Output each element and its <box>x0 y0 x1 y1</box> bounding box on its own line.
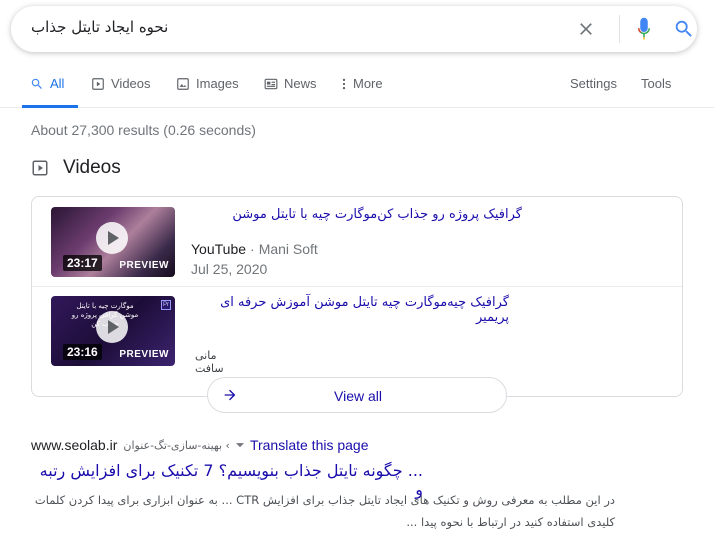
microphone-icon[interactable] <box>635 17 653 41</box>
video-platform: YouTube <box>191 241 247 257</box>
play-icon <box>96 222 128 254</box>
video-date: Jul 25, 2020 <box>191 261 268 277</box>
result-domain[interactable]: www.seolab.ir <box>31 437 117 453</box>
tab-more[interactable]: More <box>341 76 383 108</box>
result-stats: About 27,300 results (0.26 seconds) <box>31 122 256 138</box>
caret-down-icon[interactable] <box>235 442 244 448</box>
result-snippet: در این مطلب به معرفی روش و تکنیک های ایج… <box>31 489 615 533</box>
tools-link[interactable]: Tools <box>641 76 671 108</box>
settings-link[interactable]: Settings <box>570 76 617 108</box>
video-source: YouTube · Mani Soft <box>191 241 318 257</box>
translate-link[interactable]: Translate this page <box>250 437 369 453</box>
dot-separator: · <box>250 241 255 257</box>
search-divider <box>619 15 620 43</box>
result-url: www.seolab.ir › بهینه-سازی-تگ-عنوان Tran… <box>31 437 369 453</box>
tab-all[interactable]: All <box>22 76 78 108</box>
search-icon[interactable] <box>673 18 695 40</box>
breadcrumb: › بهینه-سازی-تگ-عنوان <box>123 438 230 452</box>
video-channel: Mani Soft <box>258 241 318 257</box>
search-icon <box>31 78 42 89</box>
video-duration: 23:17 <box>63 255 102 271</box>
video-duration: 23:16 <box>63 344 102 360</box>
image-icon <box>177 78 189 90</box>
clear-icon[interactable] <box>576 19 596 39</box>
search-tabs: All Videos Images News More Settings Too… <box>0 70 714 108</box>
video-thumbnail[interactable]: موگارت چیه با تایتل موشن گرافی پروژه رو … <box>51 296 175 366</box>
premiere-badge-icon: Pr <box>161 300 171 310</box>
more-vert-icon <box>342 78 346 90</box>
video-item[interactable]: 23:17 PREVIEW گرافیک پروژه رو جذاب کن‌مو… <box>32 197 682 287</box>
video-icon <box>92 78 104 90</box>
play-icon <box>96 311 128 343</box>
tab-label: Videos <box>111 76 151 91</box>
video-channel: مانی سافت <box>195 349 224 375</box>
videos-title: Videos <box>63 157 121 178</box>
snippet-line: در این مطلب به معرفی روش و تکنیک های ایج… <box>34 493 615 507</box>
tab-label: All <box>50 76 65 91</box>
video-thumbnail[interactable]: 23:17 PREVIEW <box>51 207 175 277</box>
video-title[interactable]: گرافیک چیه‌موگارت چیه تایتل موشن آموزش ح… <box>195 295 509 325</box>
search-box[interactable]: نحوه ایجاد تایتل جذاب <box>11 6 697 52</box>
video-carousel: 23:17 PREVIEW گرافیک پروژه رو جذاب کن‌مو… <box>31 196 683 397</box>
preview-label: PREVIEW <box>119 260 169 271</box>
snippet-line: کلیدی استفاده کنید در ارتباط با نحوه پید… <box>406 515 615 529</box>
tab-videos[interactable]: Videos <box>91 76 151 108</box>
tab-news[interactable]: News <box>264 76 317 108</box>
video-title[interactable]: گرافیک پروژه رو جذاب کن‌موگارت چیه با تا… <box>192 207 522 222</box>
video-item[interactable]: موگارت چیه با تایتل موشن گرافی پروژه رو … <box>32 287 682 377</box>
search-input[interactable]: نحوه ایجاد تایتل جذاب <box>31 18 551 36</box>
tab-images[interactable]: Images <box>176 76 239 108</box>
tab-label: News <box>284 76 317 91</box>
tab-label: Images <box>196 76 239 91</box>
news-icon <box>264 78 278 90</box>
view-all-button[interactable]: View all <box>207 377 507 413</box>
view-all-label: View all <box>334 388 382 404</box>
videos-header: Videos <box>31 157 121 179</box>
video-icon <box>32 160 48 176</box>
tab-label: More <box>353 76 383 91</box>
preview-label: PREVIEW <box>119 349 169 360</box>
